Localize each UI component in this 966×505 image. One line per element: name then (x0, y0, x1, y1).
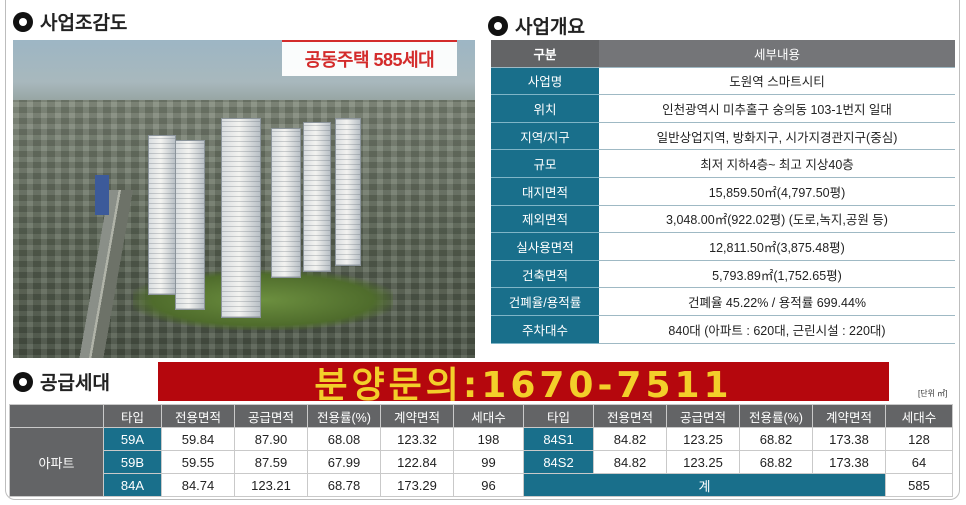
overview-row: 건폐율/용적률 건폐율 45.22% / 용적률 699.44% (491, 287, 955, 316)
supply-cell: 59.84 (161, 427, 235, 451)
supply-header: 타입 (523, 404, 594, 428)
supply-type: 59A (103, 427, 162, 451)
supply-header: 공급면적 (666, 404, 740, 428)
supply-type: 84S2 (523, 450, 594, 474)
supply-header: 세대수 (885, 404, 953, 428)
overview-label: 건폐율/용적률 (491, 287, 599, 316)
supply-total-label: 계 (523, 473, 886, 497)
overview-label: 규모 (491, 149, 599, 178)
supply-header: 공급면적 (234, 404, 308, 428)
overview-row: 대지면적 15,859.50㎡(4,797.50평) (491, 177, 955, 206)
supply-cell: 173.38 (812, 427, 886, 451)
overview-label: 위치 (491, 94, 599, 123)
overview-row: 지역/지구 일반상업지역, 방화지구, 시가지경관지구(중심) (491, 122, 955, 151)
household-count-badge: 공동주택 585세대 (282, 40, 457, 76)
supply-section-title: 공급세대 (13, 368, 110, 395)
supply-cell: 173.38 (812, 450, 886, 474)
overview-value: 5,793.89㎡(1,752.65평) (599, 260, 955, 289)
supply-cell: 123.21 (234, 473, 308, 497)
overview-label: 건축면적 (491, 260, 599, 289)
supply-row: 59B 59.55 87.59 67.99 122.84 99 84S2 84.… (10, 450, 953, 474)
bullet-circle-icon (13, 11, 33, 32)
site-section-title: 사업조감도 (13, 8, 127, 35)
overview-header-label: 구분 (491, 40, 599, 68)
supply-header-blank (9, 404, 104, 428)
supply-cell: 68.78 (307, 473, 381, 497)
supply-cell: 68.82 (739, 450, 813, 474)
overview-value: 일반상업지역, 방화지구, 시가지경관지구(중심) (599, 122, 955, 151)
overview-label: 지역/지구 (491, 122, 599, 151)
supply-cell: 68.82 (739, 427, 813, 451)
overview-value: 3,048.00㎡(922.02평) (도로,녹지,공원 등) (599, 205, 955, 234)
supply-cell: 84.82 (593, 427, 667, 451)
overview-label: 사업명 (491, 67, 599, 96)
overview-section-title-text: 사업개요 (515, 17, 585, 38)
supply-table: 타입 전용면적 공급면적 전용률(%) 계약면적 세대수 타입 전용면적 공급면… (9, 404, 953, 497)
supply-row: 84A 84.74 123.21 68.78 173.29 96 계 585 (10, 473, 953, 497)
supply-header: 세대수 (453, 404, 524, 428)
supply-section-title-text: 공급세대 (40, 373, 110, 394)
supply-type: 84S1 (523, 427, 594, 451)
supply-cell: 122.84 (380, 450, 454, 474)
overview-label: 제외면적 (491, 205, 599, 234)
supply-cell: 123.25 (666, 427, 740, 451)
supply-cell: 68.08 (307, 427, 381, 451)
overview-value: 12,811.50㎡(3,875.48평) (599, 232, 955, 261)
overview-table: 구분 세부내용 사업명 도원역 스마트시티 위치 인천광역시 미추홀구 숭의동 10… (491, 40, 955, 344)
overview-value: 도원역 스마트시티 (599, 67, 955, 96)
overview-value: 15,859.50㎡(4,797.50평) (599, 177, 955, 206)
supply-cell: 67.99 (307, 450, 381, 474)
supply-header: 전용률(%) (307, 404, 381, 428)
bullet-circle-icon (488, 15, 508, 36)
supply-cell: 173.29 (380, 473, 454, 497)
supply-cell: 84.82 (593, 450, 667, 474)
supply-header: 계약면적 (812, 404, 886, 428)
bullet-circle-icon (13, 371, 33, 392)
supply-cell: 87.90 (234, 427, 308, 451)
overview-value: 건폐율 45.22% / 용적률 699.44% (599, 287, 955, 316)
overview-label: 실사용면적 (491, 232, 599, 261)
supply-cell: 96 (453, 473, 524, 497)
supply-cell: 84.74 (161, 473, 235, 497)
supply-header: 계약면적 (380, 404, 454, 428)
overview-row: 위치 인천광역시 미추홀구 숭의동 103-1번지 일대 (491, 94, 955, 123)
supply-row: 아파트 59A 59.84 87.90 68.08 123.32 198 84S… (9, 427, 953, 497)
supply-header: 전용면적 (593, 404, 667, 428)
supply-header: 타입 (103, 404, 162, 428)
unit-note: [단위 ㎡] (918, 389, 948, 398)
site-section-title-text: 사업조감도 (40, 13, 128, 34)
overview-label: 주차대수 (491, 315, 599, 344)
overview-row: 주차대수 840대 (아파트 : 620대, 근린시설 : 220대) (491, 315, 955, 344)
supply-cell: 87.59 (234, 450, 308, 474)
supply-cell: 99 (453, 450, 524, 474)
overview-value: 최저 지하4층~ 최고 지상40층 (599, 149, 955, 178)
overview-label: 대지면적 (491, 177, 599, 206)
supply-category-label: 아파트 (9, 427, 104, 497)
supply-header-row: 타입 전용면적 공급면적 전용률(%) 계약면적 세대수 타입 전용면적 공급면… (9, 404, 953, 428)
aerial-rendering-image (13, 40, 475, 358)
supply-cell: 64 (885, 450, 953, 474)
supply-type: 59B (103, 450, 162, 474)
sales-inquiry-banner[interactable]: 분양문의:1670-7511 (158, 362, 889, 406)
overview-row: 제외면적 3,048.00㎡(922.02평) (도로,녹지,공원 등) (491, 205, 955, 234)
overview-header-value: 세부내용 (599, 40, 955, 68)
supply-cell: 123.25 (666, 450, 740, 474)
overview-header-row: 구분 세부내용 (491, 40, 955, 68)
overview-row: 규모 최저 지하4층~ 최고 지상40층 (491, 149, 955, 178)
overview-row: 건축면적 5,793.89㎡(1,752.65평) (491, 260, 955, 289)
overview-value: 인천광역시 미추홀구 숭의동 103-1번지 일대 (599, 94, 955, 123)
supply-header: 전용률(%) (739, 404, 813, 428)
supply-total-value: 585 (885, 473, 953, 497)
supply-cell: 198 (453, 427, 524, 451)
supply-cell: 123.32 (380, 427, 454, 451)
supply-cell: 59.55 (161, 450, 235, 474)
overview-value: 840대 (아파트 : 620대, 근린시설 : 220대) (599, 315, 955, 344)
supply-type: 84A (103, 473, 162, 497)
supply-cell: 128 (885, 427, 953, 451)
overview-row: 실사용면적 12,811.50㎡(3,875.48평) (491, 232, 955, 261)
overview-section-title: 사업개요 (488, 12, 585, 39)
supply-header: 전용면적 (161, 404, 235, 428)
overview-row: 사업명 도원역 스마트시티 (491, 67, 955, 96)
